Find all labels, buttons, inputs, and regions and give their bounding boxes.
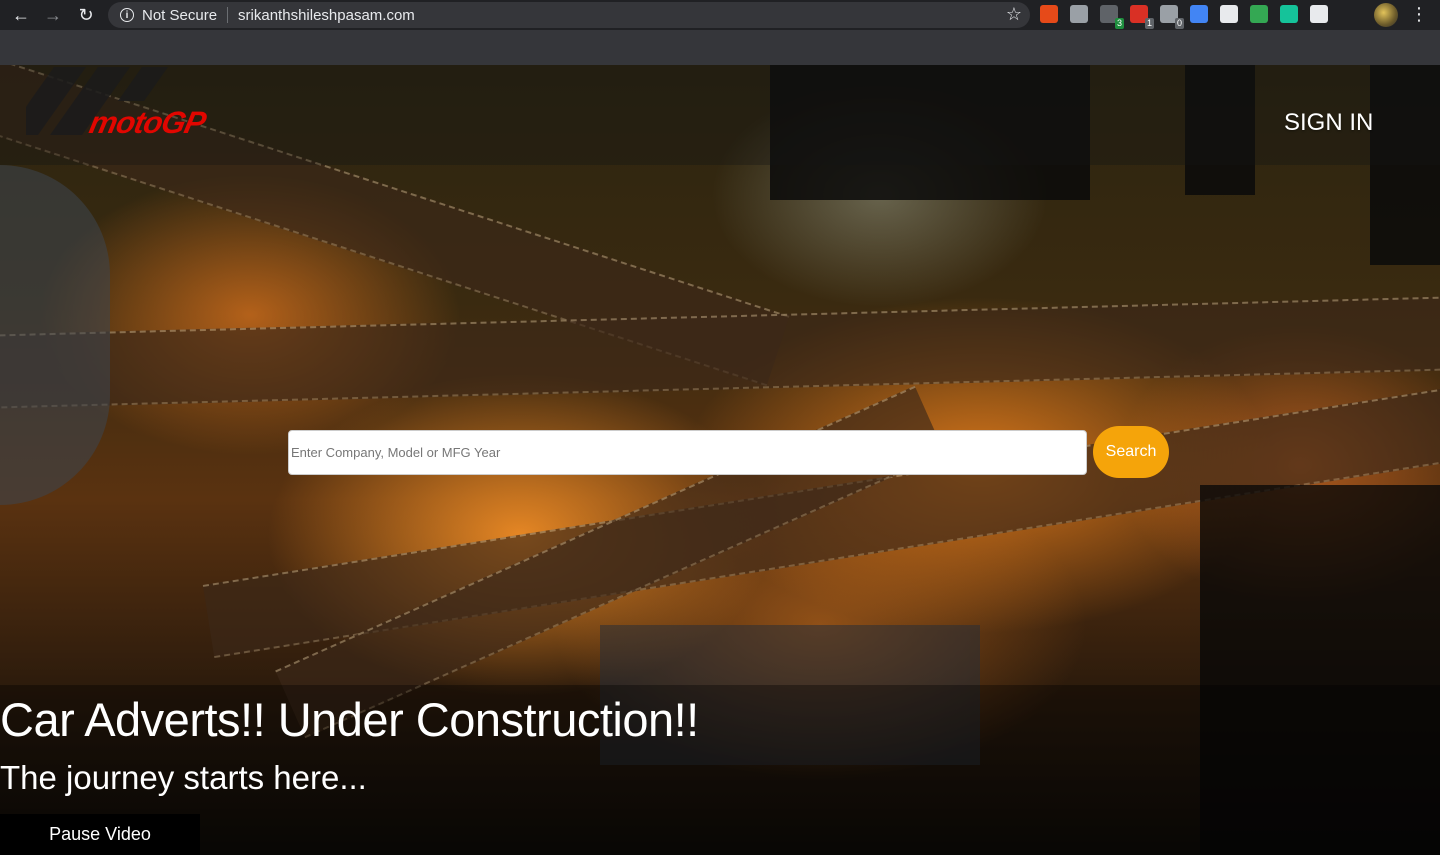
search-button[interactable]: Search xyxy=(1093,426,1169,478)
bookmark-star-icon[interactable]: ☆ xyxy=(1006,4,1022,25)
office-extension-icon[interactable] xyxy=(1040,5,1058,23)
background-building xyxy=(0,165,110,505)
sign-in-link[interactable]: SIGN IN xyxy=(1284,109,1373,137)
mail-extension-icon[interactable] xyxy=(1250,5,1268,23)
forward-icon[interactable]: → xyxy=(42,4,64,26)
page-headline: Car Adverts!! Under Construction!! xyxy=(0,693,699,746)
red-extension-icon[interactable]: 1 xyxy=(1130,5,1154,29)
extension-badge: 1 xyxy=(1144,18,1154,29)
tab-extension-icon[interactable]: 3 xyxy=(1100,5,1124,29)
address-divider xyxy=(227,7,229,23)
hero-page: motoGP SIGN IN Search Car Adverts!! Unde… xyxy=(0,65,1440,855)
help-extension-icon[interactable]: 0 xyxy=(1160,5,1184,29)
reload-icon[interactable]: ↻ xyxy=(75,4,97,26)
site-header: motoGP SIGN IN xyxy=(0,65,1440,165)
profile-avatar[interactable] xyxy=(1374,3,1398,27)
info-icon[interactable]: i xyxy=(120,8,134,22)
extension-badge: 3 xyxy=(1114,18,1124,29)
page-subheadline: The journey starts here... xyxy=(0,759,367,796)
search-input[interactable] xyxy=(288,430,1087,475)
grammarly-extension-icon[interactable] xyxy=(1280,5,1298,23)
w-extension-icon[interactable] xyxy=(1220,5,1238,23)
extension-icons: 3 1 0 xyxy=(1040,5,1328,29)
camera-extension-icon[interactable] xyxy=(1070,5,1088,23)
security-status: Not Secure xyxy=(142,6,218,24)
colorful-extension-icon[interactable] xyxy=(1190,5,1208,23)
extension-badge: 0 xyxy=(1174,18,1184,29)
address-bar[interactable]: i Not Secure srikanthshileshpasam.com ☆ xyxy=(108,2,1030,28)
url-text[interactable]: srikanthshileshpasam.com xyxy=(238,7,415,24)
browser-toolbar: ← → ↻ i Not Secure srikanthshileshpasam.… xyxy=(0,0,1440,30)
pause-video-button[interactable]: Pause Video xyxy=(0,814,200,855)
logo-wordmark: motoGP xyxy=(86,105,209,140)
doc-extension-icon[interactable] xyxy=(1310,5,1328,23)
back-icon[interactable]: ← xyxy=(10,4,32,26)
bookmarks-bar xyxy=(0,30,1440,65)
browser-menu-icon[interactable]: ⋮ xyxy=(1410,4,1428,25)
motogp-logo[interactable]: motoGP xyxy=(20,67,208,163)
